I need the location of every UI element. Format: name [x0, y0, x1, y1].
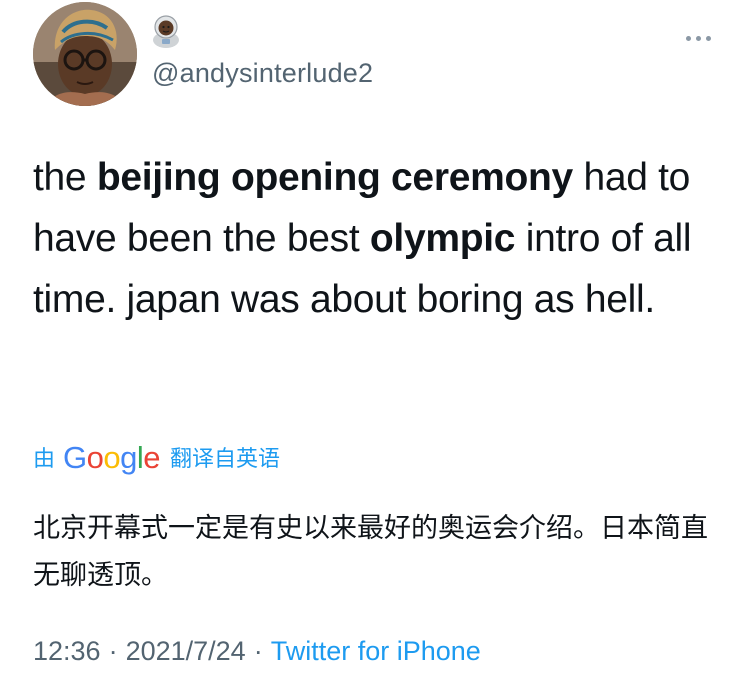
tweet-date[interactable]: 2021/7/24: [126, 636, 246, 666]
translated-text: 北京开幕式一定是有史以来最好的奥运会介绍。日本简直无聊透顶。: [33, 513, 708, 591]
tweet-time[interactable]: 12:36: [33, 636, 101, 666]
translation-attribution[interactable]: 由 Google 翻译自英语: [33, 439, 280, 475]
tweet-text-bold-segment: olympic: [369, 217, 516, 260]
more-options-icon[interactable]: [686, 36, 711, 41]
dot: [696, 36, 701, 41]
tweet-text: the beijing opening ceremony had to have…: [33, 147, 733, 330]
dot: [706, 36, 711, 41]
astronaut-emoji-icon: [150, 14, 182, 48]
tweet-source-link[interactable]: Twitter for iPhone: [271, 636, 481, 666]
tweet-text-bold-segment: beijing opening ceremony: [96, 156, 573, 199]
avatar[interactable]: [33, 2, 137, 106]
tweet-card: @andysinterlude2 the beijing opening cer…: [0, 0, 750, 673]
meta-separator: ·: [108, 636, 118, 666]
translated-from-label: 翻译自英语: [170, 446, 281, 471]
google-logo: Google: [63, 439, 161, 475]
tweet-meta: 12:36 · 2021/7/24 · Twitter for iPhone: [33, 633, 481, 669]
tweet-text-segment: the: [33, 156, 97, 199]
meta-separator: ·: [253, 636, 263, 666]
avatar-image: [33, 2, 137, 106]
dot: [686, 36, 691, 41]
translated-by-label: 由: [33, 446, 56, 471]
author-handle[interactable]: @andysinterlude2: [152, 58, 373, 89]
